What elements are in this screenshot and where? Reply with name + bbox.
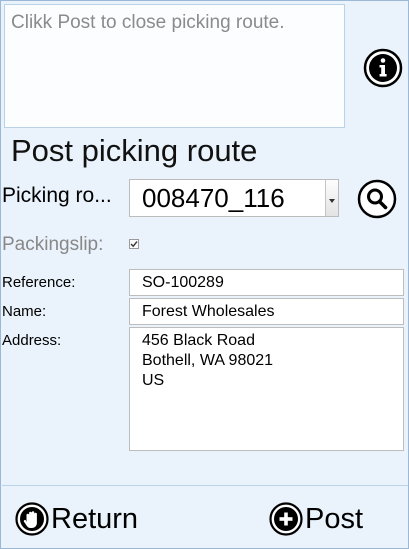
packingslip-label: Packingslip: (2, 234, 104, 255)
address-line-1: 456 Black Road (142, 332, 255, 349)
packingslip-checkbox[interactable] (129, 239, 139, 249)
picking-route-select[interactable]: 008470_116 (129, 179, 339, 217)
return-button-label: Return (51, 503, 139, 535)
footer-divider (2, 485, 408, 486)
return-button[interactable]: Return (15, 499, 138, 539)
info-button[interactable] (363, 48, 403, 88)
reference-field[interactable]: SO-100289 (129, 269, 404, 296)
plus-circle-icon (269, 502, 303, 536)
checkmark-icon (130, 241, 138, 248)
hand-stop-icon (15, 502, 49, 536)
picking-route-label: Picking ro... (2, 184, 112, 207)
search-button[interactable] (357, 179, 397, 219)
app-frame: Clikk Post to close picking route. Post … (0, 0, 409, 549)
instruction-text: Clikk Post to close picking route. (4, 4, 345, 128)
address-field[interactable]: 456 Black Road Bothell, WA 98021 US (129, 327, 404, 451)
name-field[interactable]: Forest Wholesales (129, 298, 404, 325)
post-button[interactable]: Post (269, 499, 363, 539)
post-button-label: Post (305, 503, 364, 535)
info-icon (363, 48, 403, 88)
reference-label: Reference: (2, 274, 76, 291)
address-label: Address: (2, 332, 62, 349)
picking-route-value: 008470_116 (142, 183, 285, 213)
chevron-down-icon[interactable] (325, 180, 338, 216)
address-line-3: US (142, 372, 165, 389)
address-line-2: Bothell, WA 98021 (142, 352, 274, 369)
name-label: Name: (2, 303, 47, 320)
search-icon (357, 179, 397, 219)
page-title: Post picking route (11, 133, 258, 168)
